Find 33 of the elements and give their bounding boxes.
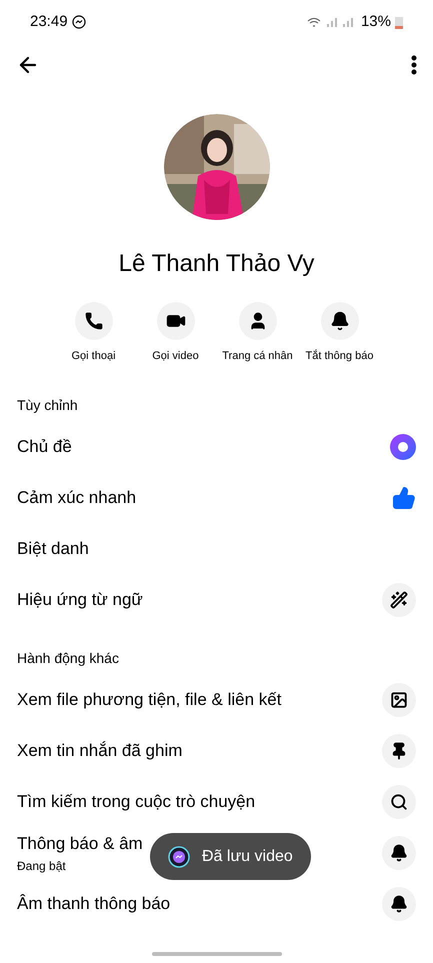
action-button[interactable]: Trang cá nhân — [218, 302, 296, 364]
thumbs-up-icon — [392, 486, 416, 510]
more-icon — [411, 55, 417, 75]
bell-icon — [390, 895, 408, 913]
phone-icon — [84, 311, 104, 331]
settings-row[interactable]: Tìm kiếm trong cuộc trò chuyện — [0, 776, 433, 828]
toast-text: Đã lưu video — [202, 846, 293, 866]
settings-row[interactable]: Âm thanh thông báo — [0, 878, 433, 930]
settings-row[interactable]: Chủ đề — [0, 422, 433, 472]
theme-icon — [390, 434, 416, 460]
action-button[interactable]: Tắt thông báo — [300, 302, 378, 364]
bell-icon — [330, 311, 350, 331]
image-icon — [390, 691, 408, 709]
action-button[interactable]: Gọi thoại — [54, 302, 132, 364]
search-icon — [390, 793, 408, 811]
battery-icon — [395, 15, 403, 29]
battery-percent: 13% — [360, 12, 391, 32]
profile-name: Lê Thanh Thảo Vy — [118, 249, 314, 279]
settings-row[interactable]: Cảm xúc nhanh — [0, 472, 433, 524]
section-header: Tùy chỉnh — [16, 396, 79, 415]
pin-icon — [390, 742, 408, 760]
status-time: 23:49 — [30, 12, 68, 32]
more-options-button[interactable] — [411, 55, 417, 75]
bell-icon — [390, 844, 408, 862]
settings-row[interactable]: Hiệu ứng từ ngữ — [0, 574, 433, 626]
section-header: Hành động khác — [16, 648, 120, 668]
action-button[interactable]: Gọi video — [136, 302, 214, 364]
messenger-icon — [72, 15, 86, 29]
magic-wand-icon — [390, 591, 408, 609]
settings-row[interactable]: Biệt danh — [0, 524, 433, 574]
settings-row[interactable]: Xem tin nhắn đã ghim — [0, 726, 433, 776]
messenger-icon — [168, 846, 190, 868]
settings-row[interactable]: Xem file phương tiện, file & liên kết — [0, 674, 433, 726]
